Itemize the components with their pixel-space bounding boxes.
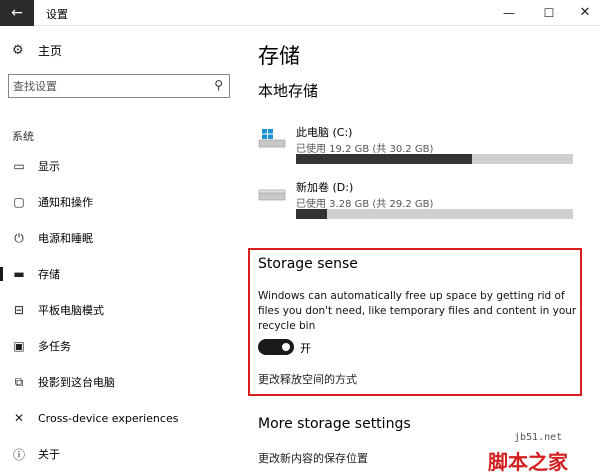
sidebar-item-label: 存储 [38,268,60,281]
info-icon: ⓘ [12,447,25,462]
sidebar-item-about[interactable]: ⓘ 关于 [0,441,245,467]
storage-sense-title: Storage sense [258,256,358,272]
sidebar: ⚙ 主页 ⚲ 系统 ▭ 显示 ▢ 通知和操作 ⏻ 电源和睡眠 ▬ 存储 ⊟ 平板… [0,26,245,474]
storage-sense-toggle[interactable] [258,339,294,355]
change-save-location-link[interactable]: 更改新内容的保存位置 [258,450,368,466]
drive-name: 新加卷 (D:) [296,181,354,194]
drive-usage-bar [296,209,573,219]
drive-usage-fill [296,154,473,164]
close-button[interactable]: ✕ [568,0,600,26]
drive-usage: 已使用 3.28 GB (共 29.2 GB) [296,199,434,210]
drive-icon [258,189,286,201]
sidebar-item-storage[interactable]: ▬ 存储 [0,261,245,287]
power-icon: ⏻ [14,230,24,245]
sidebar-item-power[interactable]: ⏻ 电源和睡眠 [0,225,245,251]
maximize-icon: ☐ [543,6,555,20]
sidebar-item-label: 通知和操作 [38,196,93,209]
search-box: ⚲ [8,74,230,98]
sidebar-item-display[interactable]: ▭ 显示 [0,153,245,179]
cross-device-icon: ✕ [13,411,25,425]
sidebar-item-label: 显示 [38,160,60,173]
minimize-button[interactable]: — [492,0,526,26]
drive-d[interactable]: 新加卷 (D:) 已使用 3.28 GB (共 29.2 GB) [258,179,578,225]
multitask-icon: ▣ [13,339,25,353]
sidebar-item-label: 关于 [38,448,60,461]
close-icon: ✕ [579,5,591,20]
sidebar-item-label: 电源和睡眠 [38,232,93,245]
more-storage-title: More storage settings [258,416,411,432]
window-title: 设置 [46,8,68,21]
drive-usage-fill [296,209,328,219]
drive-name: 此电脑 (C:) [296,126,353,139]
watermark-url: jb51.net [514,432,563,443]
sidebar-item-tablet[interactable]: ⊟ 平板电脑模式 [0,297,245,323]
toggle-state-label: 开 [300,342,311,355]
minimize-icon: — [503,6,515,20]
sidebar-home[interactable]: ⚙ 主页 [12,42,62,59]
maximize-button[interactable]: ☐ [532,0,566,26]
sidebar-item-multitasking[interactable]: ▣ 多任务 [0,333,245,359]
sidebar-item-cross-device[interactable]: ✕ Cross-device experiences [0,405,245,431]
storage-icon: ▬ [13,267,25,281]
tablet-icon: ⊟ [13,303,25,317]
sidebar-item-notifications[interactable]: ▢ 通知和操作 [0,189,245,215]
page-title: 存储 [258,44,300,68]
drive-usage: 已使用 19.2 GB (共 30.2 GB) [296,144,434,155]
search-input[interactable] [13,78,203,94]
drive-usage-bar [296,154,573,164]
title-bar: ← 设置 — ☐ ✕ [0,0,600,26]
sidebar-item-projecting[interactable]: ⧉ 投影到这台电脑 [0,369,245,395]
back-button[interactable]: ← [0,0,34,26]
section-label: 系统 [12,130,34,143]
local-storage-heading: 本地存储 [258,82,319,100]
windows-drive-icon [258,129,286,148]
search-icon[interactable]: ⚲ [214,78,223,92]
gear-icon: ⚙ [12,43,24,58]
sidebar-item-label: 多任务 [38,340,71,353]
storage-sense-description: Windows can automatically free up space … [258,290,577,332]
home-label: 主页 [38,44,63,58]
back-arrow-icon: ← [11,5,23,21]
sidebar-item-label: Cross-device experiences [38,411,179,425]
change-free-space-link[interactable]: 更改释放空间的方式 [258,371,357,387]
notification-icon: ▢ [13,195,25,209]
monitor-icon: ▭ [13,159,25,173]
sidebar-item-label: 平板电脑模式 [38,304,104,317]
projector-icon: ⧉ [14,374,24,389]
toggle-knob [282,343,290,351]
watermark-brand: 脚本之家 [488,450,568,474]
sidebar-item-label: 投影到这台电脑 [38,376,115,389]
drive-c[interactable]: 此电脑 (C:) 已使用 19.2 GB (共 30.2 GB) [258,124,578,170]
